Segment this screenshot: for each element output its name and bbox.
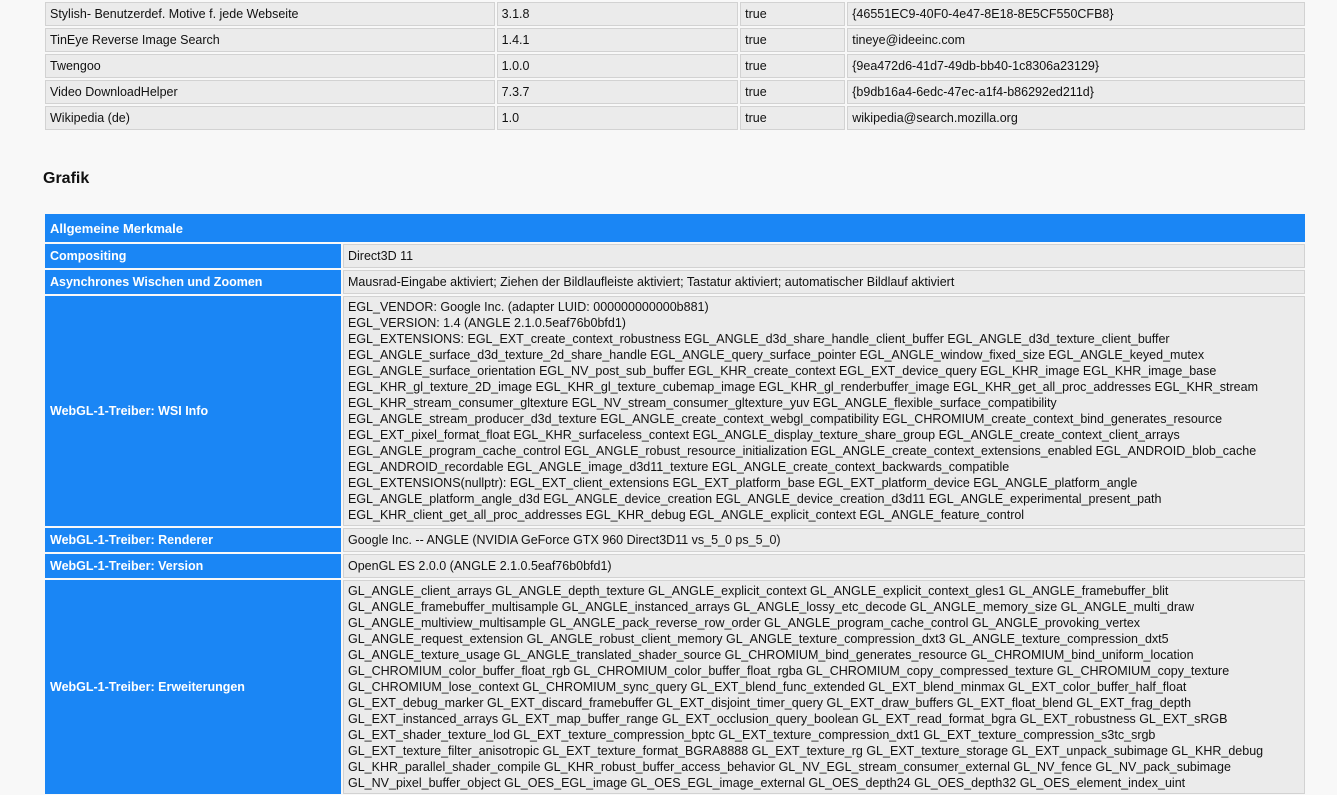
graphics-key: WebGL-1-Treiber: WSI Info — [45, 296, 341, 526]
extension-id: {46551EC9-40F0-4e47-8E18-8E5CF550CFB8} — [847, 2, 1305, 26]
extension-id: {b9db16a4-6edc-47ec-a1f4-b86292ed211d} — [847, 80, 1305, 104]
graphics-value-line: GL_EXT_shader_texture_lod GL_EXT_texture… — [348, 728, 1156, 742]
table-row: TinEye Reverse Image Search 1.4.1 true t… — [45, 28, 1305, 52]
graphics-value: GL_ANGLE_client_arrays GL_ANGLE_depth_te… — [343, 580, 1305, 794]
extensions-table: Stylish- Benutzerdef. Motive f. jede Web… — [43, 0, 1307, 132]
graphics-value: EGL_VENDOR: Google Inc. (adapter LUID: 0… — [343, 296, 1305, 526]
graphics-value: Mausrad-Eingabe aktiviert; Ziehen der Bi… — [343, 270, 1305, 294]
table-row: Wikipedia (de) 1.0 true wikipedia@search… — [45, 106, 1305, 130]
extension-active: true — [740, 106, 846, 130]
graphics-value: Direct3D 11 — [343, 244, 1305, 268]
table-row: WebGL-1-Treiber: Renderer Google Inc. -- … — [45, 528, 1305, 552]
extension-version: 1.0 — [496, 106, 739, 130]
graphics-value-line: GL_ANGLE_multiview_multisample GL_ANGLE_… — [348, 616, 1141, 630]
table-row: WebGL-1-Treiber: Erweiterungen GL_ANGLE_c… — [45, 580, 1305, 794]
table-header-row: Allgemeine Merkmale — [45, 214, 1305, 242]
extension-active: true — [740, 2, 846, 26]
extension-version: 7.3.7 — [496, 80, 739, 104]
group-header-general-features: Allgemeine Merkmale — [45, 214, 1305, 242]
extension-name: Video DownloadHelper — [45, 80, 495, 104]
graphics-key: Asynchrones Wischen und Zoomen — [45, 270, 341, 294]
graphics-value-line: GL_ANGLE_texture_usage GL_ANGLE_translat… — [348, 648, 1194, 662]
graphics-value-line: GL_ANGLE_request_extension GL_ANGLE_robu… — [348, 632, 1169, 646]
graphics-key: WebGL-1-Treiber: Version — [45, 554, 341, 578]
table-row: Compositing Direct3D 11 — [45, 244, 1305, 268]
graphics-value-line: GL_CHROMIUM_lose_context GL_CHROMIUM_syn… — [348, 680, 1187, 694]
graphics-value-line: EGL_VENDOR: Google Inc. (adapter LUID: 0… — [348, 300, 709, 314]
graphics-key: WebGL-1-Treiber: Erweiterungen — [45, 580, 341, 794]
graphics-value: Google Inc. -- ANGLE (NVIDIA GeForce GTX… — [343, 528, 1305, 552]
extension-id: wikipedia@search.mozilla.org — [847, 106, 1305, 130]
graphics-value-line: GL_KHR_parallel_shader_compile GL_KHR_ro… — [348, 760, 1231, 774]
page: Stylish- Benutzerdef. Motive f. jede Web… — [0, 0, 1337, 795]
extension-version: 1.0.0 — [496, 54, 739, 78]
graphics-value-line: Google Inc. -- ANGLE (NVIDIA GeForce GTX… — [348, 533, 781, 547]
graphics-value-line: GL_EXT_debug_marker GL_EXT_discard_frame… — [348, 696, 1192, 710]
table-row: Video DownloadHelper 7.3.7 true {b9db16a… — [45, 80, 1305, 104]
graphics-value-line: EGL_ANGLE_surface_d3d_texture_2d_share_h… — [348, 348, 1205, 362]
graphics-value-line: EGL_KHR_client_get_all_proc_addresses EG… — [348, 508, 1025, 522]
graphics-value-line: EGL_ANGLE_platform_angle_d3d EGL_ANGLE_d… — [348, 492, 1162, 506]
graphics-value-line: GL_CHROMIUM_color_buffer_float_rgb GL_CH… — [348, 664, 1230, 678]
graphics-value-line: GL_EXT_instanced_arrays GL_EXT_map_buffe… — [348, 712, 1228, 726]
extension-version: 3.1.8 — [496, 2, 739, 26]
section-heading-graphics: Grafik — [43, 170, 90, 187]
table-row: Twengoo 1.0.0 true {9ea472d6-41d7-49db-b… — [45, 54, 1305, 78]
table-row: WebGL-1-Treiber: WSI Info EGL_VENDOR: Goo… — [45, 296, 1305, 526]
graphics-value-line: EGL_KHR_gl_texture_2D_image EGL_KHR_gl_t… — [348, 380, 1258, 394]
table-row: Stylish- Benutzerdef. Motive f. jede Web… — [45, 2, 1305, 26]
graphics-value-line: EGL_ANDROID_recordable EGL_ANGLE_image_d… — [348, 460, 1010, 474]
graphics-value-line: Direct3D 11 — [348, 249, 414, 263]
extension-name: Stylish- Benutzerdef. Motive f. jede Web… — [45, 2, 495, 26]
graphics-value-line: GL_ANGLE_framebuffer_multisample GL_ANGL… — [348, 600, 1195, 614]
graphics-key: WebGL-1-Treiber: Renderer — [45, 528, 341, 552]
extension-active: true — [740, 28, 846, 52]
extension-version: 1.4.1 — [496, 28, 739, 52]
graphics-value-line: GL_ANGLE_client_arrays GL_ANGLE_depth_te… — [348, 584, 1169, 598]
graphics-value-line: OpenGL ES 2.0.0 (ANGLE 2.1.0.5eaf76b0bfd… — [348, 559, 612, 573]
table-row: Asynchrones Wischen und Zoomen Mausrad-Ei… — [45, 270, 1305, 294]
graphics-value-line: EGL_EXT_pixel_format_float EGL_KHR_surfa… — [348, 428, 1180, 442]
extension-name: TinEye Reverse Image Search — [45, 28, 495, 52]
graphics-value-line: EGL_ANGLE_surface_orientation EGL_NV_pos… — [348, 364, 1217, 378]
graphics-value: OpenGL ES 2.0.0 (ANGLE 2.1.0.5eaf76b0bfd… — [343, 554, 1305, 578]
table-row: WebGL-1-Treiber: Version OpenGL ES 2.0.0 … — [45, 554, 1305, 578]
graphics-value-line: EGL_ANGLE_program_cache_control EGL_ANGL… — [348, 444, 1257, 458]
graphics-value-line: EGL_EXTENSIONS: EGL_EXT_create_context_r… — [348, 332, 1170, 346]
extension-id: {9ea472d6-41d7-49db-bb40-1c8306a23129} — [847, 54, 1305, 78]
graphics-value-line: GL_EXT_texture_filter_anisotropic GL_EXT… — [348, 744, 1264, 758]
graphics-value-line: EGL_KHR_stream_consumer_gltexture EGL_NV… — [348, 396, 1057, 410]
extension-active: true — [740, 80, 846, 104]
graphics-value-line: GL_NV_pixel_buffer_object GL_OES_EGL_ima… — [348, 776, 1186, 790]
extension-id: tineye@ideeinc.com — [847, 28, 1305, 52]
graphics-value-line: EGL_ANGLE_stream_producer_d3d_texture EG… — [348, 412, 1223, 426]
extension-name: Wikipedia (de) — [45, 106, 495, 130]
graphics-table: Allgemeine Merkmale Compositing Direct3D … — [43, 212, 1307, 795]
graphics-value-line: EGL_EXTENSIONS(nullptr): EGL_EXT_client_… — [348, 476, 1138, 490]
graphics-value-line: Mausrad-Eingabe aktiviert; Ziehen der Bi… — [348, 275, 955, 289]
graphics-table-body: Compositing Direct3D 11 Asynchrones Wische… — [45, 244, 1305, 794]
graphics-key: Compositing — [45, 244, 341, 268]
extension-active: true — [740, 54, 846, 78]
extension-name: Twengoo — [45, 54, 495, 78]
graphics-value-line: EGL_VERSION: 1.4 (ANGLE 2.1.0.5eaf76b0bf… — [348, 316, 626, 330]
